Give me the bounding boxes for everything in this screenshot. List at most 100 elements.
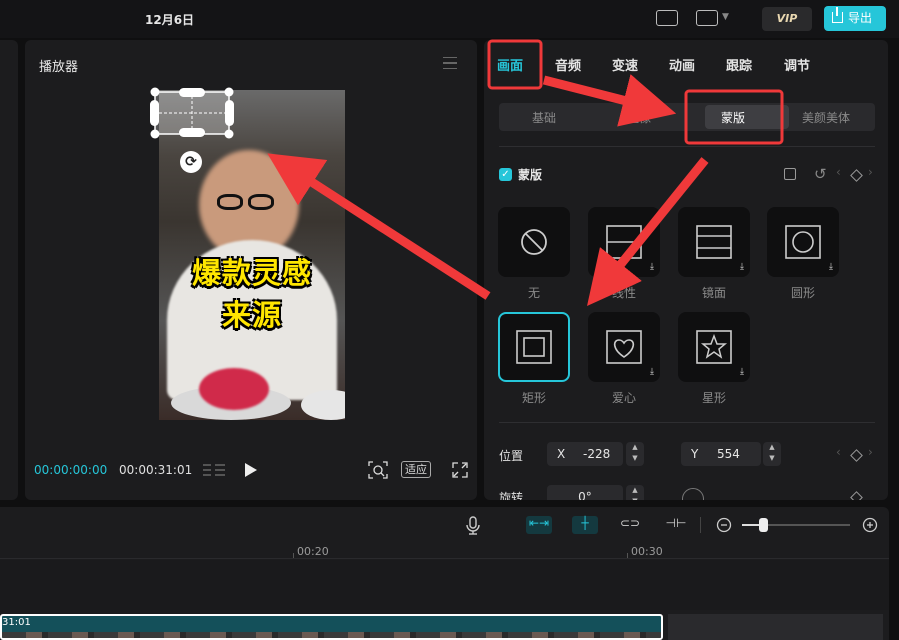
- tab-tracking[interactable]: 跟踪: [726, 55, 752, 74]
- rotate-handle-icon[interactable]: ⟳: [180, 151, 202, 173]
- video-caption-line2: 来源: [221, 298, 282, 332]
- position-y-stepper[interactable]: ▲ ▼: [763, 442, 781, 466]
- tick-label: 00:30: [631, 545, 663, 558]
- rotation-dial[interactable]: [682, 488, 704, 500]
- zoom-slider-track[interactable]: [742, 518, 850, 532]
- current-time: 00:00:00:00: [34, 463, 108, 477]
- mask-mirror[interactable]: ⤓: [678, 207, 750, 277]
- player-panel: 播放器 爆款灵感 来源 ⟳ 00:00:00:00 00:00:31:01 适应: [25, 40, 477, 500]
- subtab-active-bg: [705, 105, 789, 129]
- microphone-icon[interactable]: [466, 516, 480, 536]
- tick-line: [627, 553, 628, 558]
- timeline-toolbar: ⇤⇥ ┼ ⊂⊃ ⊣⊢: [0, 507, 889, 543]
- player-title: 播放器: [39, 60, 79, 75]
- position-x-stepper[interactable]: ▲ ▼: [626, 442, 644, 466]
- keyboard-icon[interactable]: [656, 10, 678, 26]
- keyframe-icon[interactable]: [850, 169, 863, 182]
- mask-star[interactable]: ⤓: [678, 312, 750, 382]
- bowl: [301, 390, 345, 420]
- fullscreen-icon[interactable]: [452, 462, 468, 478]
- vip-button[interactable]: VIP: [762, 7, 812, 31]
- tab-speed[interactable]: 变速: [612, 55, 638, 74]
- dragon-fruit: [199, 368, 269, 410]
- mask-none-label: 无: [527, 286, 540, 300]
- track-area: [0, 560, 889, 610]
- subtabs: 基础 抠像 蒙版 美颜美体: [499, 103, 875, 131]
- preview-axis-icon[interactable]: ┼: [572, 516, 598, 534]
- subtab-beauty[interactable]: 美颜美体: [802, 109, 850, 126]
- mask-mirror-label: 镜面: [701, 286, 726, 300]
- video-clip[interactable]: 31:01: [0, 614, 663, 640]
- tick-line: [293, 553, 294, 558]
- mask-rectangle[interactable]: [498, 312, 570, 382]
- position-x-field[interactable]: X -228: [547, 442, 623, 466]
- project-date: 12月6日: [145, 13, 195, 27]
- clip-duration: 31:01: [2, 617, 31, 628]
- tick-label: 00:20: [297, 545, 329, 558]
- play-icon[interactable]: [245, 463, 257, 477]
- total-time: 00:00:31:01: [119, 463, 193, 477]
- zoom-in-icon[interactable]: [862, 517, 878, 533]
- next-keyframe-icon[interactable]: ›: [868, 445, 873, 459]
- mask-circle-label: 圆形: [790, 286, 815, 300]
- properties-panel: 画面 音频 变速 动画 跟踪 调节 基础 抠像 蒙版 美颜美体 ✓ 蒙版 ↺ ‹…: [484, 40, 888, 500]
- time-ruler[interactable]: 00:20 00:30: [0, 543, 889, 559]
- position-keyframe-icon[interactable]: [850, 449, 863, 462]
- divider: [499, 146, 875, 147]
- subtab-basic[interactable]: 基础: [532, 109, 556, 126]
- divider: [700, 517, 701, 533]
- download-icon: ⤓: [650, 262, 654, 272]
- video-preview[interactable]: 爆款灵感 来源: [159, 90, 345, 420]
- menu-icon[interactable]: [443, 57, 457, 69]
- tab-audio[interactable]: 音频: [555, 55, 581, 74]
- mask-linear[interactable]: ⤓: [588, 207, 660, 277]
- mask-star-label: 星形: [701, 391, 726, 405]
- mask-section-label: 蒙版: [518, 168, 543, 182]
- tab-animation[interactable]: 动画: [669, 55, 695, 74]
- y-axis-label: Y: [691, 447, 699, 461]
- download-icon: ⤓: [650, 367, 654, 377]
- timeline-panel: ⇤⇥ ┼ ⊂⊃ ⊣⊢ 00:20 00:30 31:01: [0, 507, 889, 640]
- grid-icon[interactable]: [201, 461, 227, 479]
- property-tabs: 画面 音频 变速 动画 跟踪 调节: [484, 40, 888, 88]
- chevron-down-icon[interactable]: ▼: [722, 12, 729, 22]
- position-y-field[interactable]: Y 554: [681, 442, 761, 466]
- x-axis-label: X: [557, 447, 566, 461]
- tab-picture[interactable]: 画面: [497, 55, 523, 74]
- subtab-mask[interactable]: 蒙版: [721, 109, 745, 126]
- download-icon: ⤓: [829, 262, 833, 272]
- prev-keyframe-icon[interactable]: ‹: [836, 445, 841, 459]
- mask-selection-box[interactable]: [150, 87, 234, 139]
- mask-linear-label: 线性: [611, 286, 636, 300]
- empty-track: [668, 614, 883, 640]
- invert-mask-icon[interactable]: [784, 168, 796, 180]
- export-button[interactable]: 导出: [824, 6, 886, 31]
- mask-checkbox[interactable]: ✓: [499, 168, 512, 181]
- rotation-stepper[interactable]: ▲▼: [626, 485, 644, 500]
- position-label: 位置: [499, 449, 524, 463]
- subtab-keying[interactable]: 抠像: [627, 109, 651, 126]
- export-icon: [832, 7, 843, 23]
- mask-none[interactable]: [498, 207, 570, 277]
- reset-icon[interactable]: ↺: [814, 165, 827, 183]
- layout-icon[interactable]: [696, 10, 718, 26]
- rotation-field[interactable]: 0°: [547, 485, 623, 500]
- prev-keyframe-icon[interactable]: ‹: [836, 165, 841, 179]
- rotation-keyframe-icon[interactable]: [850, 491, 863, 500]
- left-panel: [0, 40, 18, 500]
- download-icon: ⤓: [740, 262, 744, 272]
- fit-button[interactable]: 适应: [401, 461, 431, 478]
- clip-thumbnails: [2, 632, 661, 638]
- zoom-slider-thumb[interactable]: [759, 518, 768, 532]
- next-keyframe-icon[interactable]: ›: [868, 165, 873, 179]
- split-icon[interactable]: ⊣⊢: [664, 516, 688, 534]
- zoom-out-icon[interactable]: [716, 517, 732, 533]
- tab-adjust[interactable]: 调节: [784, 55, 810, 74]
- mask-heart[interactable]: ⤓: [588, 312, 660, 382]
- auto-snap-icon[interactable]: ⇤⇥: [526, 516, 552, 534]
- download-icon: ⤓: [740, 367, 744, 377]
- mask-rectangle-label: 矩形: [521, 391, 546, 405]
- mask-circle[interactable]: ⤓: [767, 207, 839, 277]
- link-icon[interactable]: ⊂⊃: [618, 516, 642, 534]
- zoom-fit-icon[interactable]: [368, 461, 388, 479]
